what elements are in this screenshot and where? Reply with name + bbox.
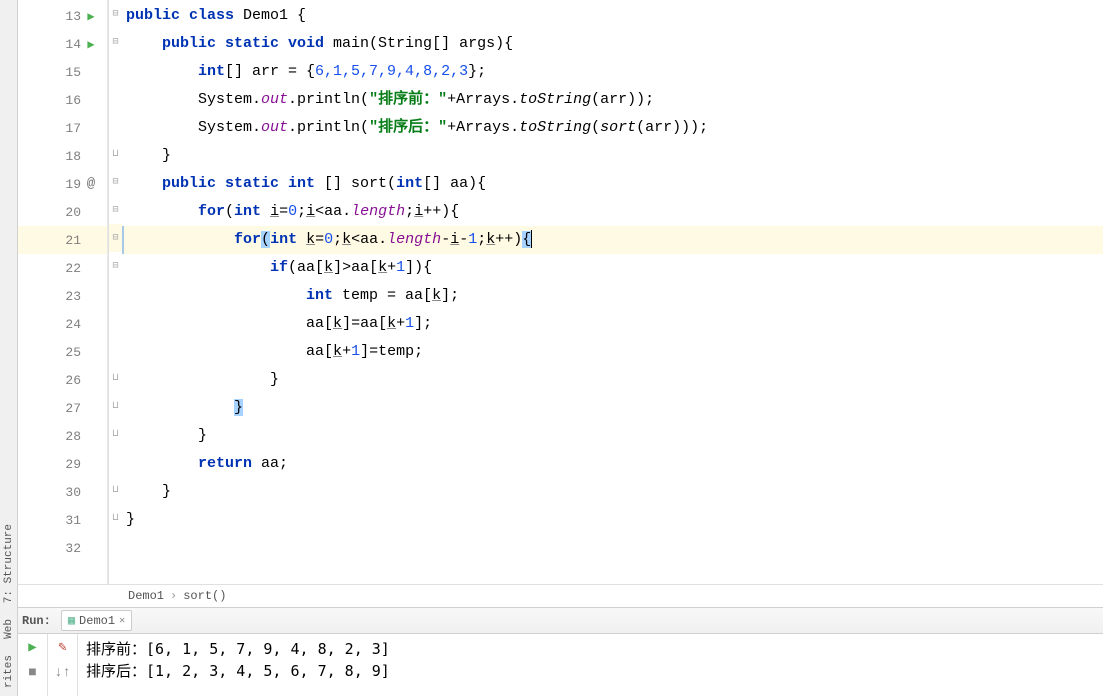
line-number: 25 bbox=[61, 345, 81, 360]
run-icon[interactable]: ▶ bbox=[81, 37, 101, 52]
line-number: 27 bbox=[61, 401, 81, 416]
console-line: 排序前：[6, 1, 5, 7, 9, 4, 8, 2, 3] bbox=[86, 638, 1095, 660]
line-number: 32 bbox=[61, 541, 81, 556]
fold-icon[interactable]: ⊟ bbox=[112, 232, 118, 244]
line-number: 17 bbox=[61, 121, 81, 136]
run-panel-header: Run: ▦ Demo1 ✕ bbox=[18, 608, 1103, 634]
rerun-button[interactable]: ▶ bbox=[18, 634, 47, 660]
fold-icon[interactable]: ⊟ bbox=[112, 176, 118, 188]
console-output[interactable]: 排序前：[6, 1, 5, 7, 9, 4, 8, 2, 3] 排序后：[1, … bbox=[78, 634, 1103, 696]
run-tab-label: Demo1 bbox=[79, 614, 115, 628]
line-number: 24 bbox=[61, 317, 81, 332]
run-icon[interactable]: ▶ bbox=[81, 9, 101, 24]
line-number: 19 bbox=[61, 177, 81, 192]
crumb-sep-icon: › bbox=[170, 589, 177, 603]
line-number: 30 bbox=[61, 485, 81, 500]
fold-end-icon[interactable]: ⊔ bbox=[112, 400, 118, 412]
favorites-tab[interactable]: rites bbox=[1, 647, 17, 696]
line-number: 21 bbox=[61, 233, 81, 248]
fold-end-icon[interactable]: ⊔ bbox=[112, 484, 118, 496]
line-number: 15 bbox=[61, 65, 81, 80]
dump-threads-button[interactable]: ↓↑ bbox=[48, 660, 77, 686]
breadcrumb: Demo1 › sort() bbox=[18, 584, 1103, 608]
line-number: 14 bbox=[61, 37, 81, 52]
line-number: 29 bbox=[61, 457, 81, 472]
run-tab[interactable]: ▦ Demo1 ✕ bbox=[61, 610, 132, 631]
code-area[interactable]: public class Demo1 { public static void … bbox=[122, 0, 1103, 584]
line-number: 13 bbox=[61, 9, 81, 24]
run-toolbar-primary: ▶ ■ bbox=[18, 634, 48, 696]
stop-button[interactable]: ■ bbox=[18, 660, 47, 686]
structure-tab[interactable]: 7: Structure bbox=[1, 516, 17, 611]
line-number: 16 bbox=[61, 93, 81, 108]
fold-column: ⊟ ⊟ ⊔ ⊟ ⊟ ⊟ ⊟ ⊔ ⊔ ⊔ ⊔ ⊔ bbox=[108, 0, 122, 584]
run-label: Run: bbox=[22, 614, 51, 628]
edit-button[interactable]: ✎ bbox=[48, 634, 77, 660]
caret-line-bar bbox=[122, 226, 124, 254]
run-toolbar-secondary: ✎ ↓↑ bbox=[48, 634, 78, 696]
run-panel: ▶ ■ ✎ ↓↑ 排序前：[6, 1, 5, 7, 9, 4, 8, 2, 3]… bbox=[18, 634, 1103, 696]
override-icon[interactable]: @ bbox=[81, 176, 101, 192]
crumb-method[interactable]: sort() bbox=[183, 589, 226, 603]
line-number: 20 bbox=[61, 205, 81, 220]
fold-end-icon[interactable]: ⊔ bbox=[112, 372, 118, 384]
close-icon[interactable]: ✕ bbox=[119, 615, 125, 627]
fold-end-icon[interactable]: ⊔ bbox=[112, 148, 118, 160]
line-number: 23 bbox=[61, 289, 81, 304]
line-number: 18 bbox=[61, 149, 81, 164]
line-number: 28 bbox=[61, 429, 81, 444]
fold-icon[interactable]: ⊟ bbox=[112, 36, 118, 48]
fold-end-icon[interactable]: ⊔ bbox=[112, 512, 118, 524]
fold-end-icon[interactable]: ⊔ bbox=[112, 428, 118, 440]
text-caret bbox=[531, 230, 532, 248]
left-tool-sidebar: 7: Structure Web rites bbox=[0, 0, 18, 696]
fold-icon[interactable]: ⊟ bbox=[112, 260, 118, 272]
line-number: 26 bbox=[61, 373, 81, 388]
web-tab[interactable]: Web bbox=[1, 611, 17, 647]
fold-icon[interactable]: ⊟ bbox=[112, 8, 118, 20]
app-icon: ▦ bbox=[68, 613, 75, 628]
console-line: 排序后：[1, 2, 3, 4, 5, 6, 7, 8, 9] bbox=[86, 660, 1095, 682]
fold-icon[interactable]: ⊟ bbox=[112, 204, 118, 216]
code-editor[interactable]: 13▶ 14▶ 15 16 17 18 19@ 20 21💡 22 23 24 … bbox=[18, 0, 1103, 584]
crumb-class[interactable]: Demo1 bbox=[128, 589, 164, 603]
line-number: 31 bbox=[61, 513, 81, 528]
line-number: 22 bbox=[61, 261, 81, 276]
gutter: 13▶ 14▶ 15 16 17 18 19@ 20 21💡 22 23 24 … bbox=[18, 0, 108, 584]
